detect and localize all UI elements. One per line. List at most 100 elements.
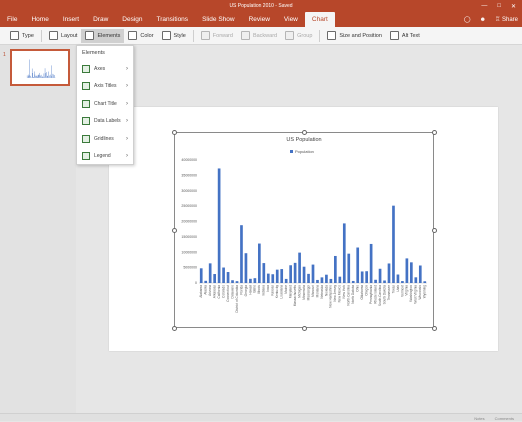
bar-maine[interactable] <box>285 279 288 283</box>
bar-new-mexico[interactable] <box>338 277 341 283</box>
elements-menu-item-axes[interactable]: Axes› <box>77 60 133 78</box>
resize-handle[interactable] <box>302 326 307 331</box>
comments-button[interactable]: Comments <box>495 416 514 421</box>
bar-south-dakota[interactable] <box>383 281 386 283</box>
person-icon[interactable]: ☻ <box>480 17 486 23</box>
bar-delaware[interactable] <box>231 280 234 283</box>
share-button[interactable]: ♖ Share <box>495 16 518 23</box>
maximize-icon[interactable]: □ <box>497 3 501 9</box>
bar-colorado[interactable] <box>222 268 225 283</box>
size-position-button[interactable]: Size and Position <box>323 29 386 43</box>
bar-new-hampshire[interactable] <box>330 279 333 283</box>
close-icon[interactable]: ✕ <box>511 3 516 10</box>
tab-insert[interactable]: Insert <box>56 12 86 27</box>
bar-illinois[interactable] <box>258 244 261 283</box>
bar-new-york[interactable] <box>343 223 346 283</box>
resize-handle[interactable] <box>172 130 177 135</box>
bar-mississippi[interactable] <box>307 274 310 283</box>
title-bar: US Population 2010 - Saved — □ ✕ <box>0 0 522 12</box>
elements-menu-item-axis-titles[interactable]: Axis Titles› <box>77 78 133 96</box>
bar-florida[interactable] <box>240 225 243 283</box>
forward-label: Forward <box>213 33 233 39</box>
type-button[interactable]: Type <box>6 29 38 43</box>
tab-review[interactable]: Review <box>242 12 277 27</box>
elements-menu-item-chart-title[interactable]: Chart Title› <box>77 95 133 113</box>
resize-handle[interactable] <box>432 228 437 233</box>
bar-arkansas[interactable] <box>213 274 216 283</box>
elements-button[interactable]: Elements <box>81 29 124 43</box>
group-button[interactable]: Group <box>281 29 316 43</box>
lightbulb-icon[interactable]: ◯ <box>464 16 471 23</box>
bar-washington[interactable] <box>410 262 413 283</box>
forward-button[interactable]: Forward <box>197 29 237 43</box>
bar-california[interactable] <box>218 168 221 283</box>
tab-design[interactable]: Design <box>115 12 149 27</box>
style-button[interactable]: Style <box>158 29 190 43</box>
bar-iowa[interactable] <box>267 274 270 283</box>
bar-louisiana[interactable] <box>280 269 283 283</box>
resize-handle[interactable] <box>432 130 437 135</box>
bar-kentucky[interactable] <box>276 270 279 283</box>
bar-west-virginia[interactable] <box>414 277 417 283</box>
tab-file[interactable]: File <box>0 12 24 27</box>
bar-utah[interactable] <box>397 275 400 283</box>
tab-transitions[interactable]: Transitions <box>150 12 196 27</box>
chart-title[interactable]: US Population <box>174 137 434 143</box>
layout-button[interactable]: Layout <box>45 29 82 43</box>
bar-alabama[interactable] <box>200 268 203 283</box>
bar-missouri[interactable] <box>312 265 315 283</box>
bar-nebraska[interactable] <box>321 277 324 283</box>
bar-michigan[interactable] <box>298 253 301 283</box>
tab-draw[interactable]: Draw <box>86 12 115 27</box>
bar-rhode-island[interactable] <box>374 280 377 283</box>
bar-oklahoma[interactable] <box>361 271 364 283</box>
x-tick-label: Georgia <box>244 285 248 297</box>
bar-arizona[interactable] <box>209 263 212 283</box>
bar-north-dakota[interactable] <box>352 281 355 283</box>
backward-button[interactable]: Backward <box>237 29 281 43</box>
bar-virginia[interactable] <box>406 258 409 283</box>
bar-maryland[interactable] <box>289 265 292 283</box>
slide-thumbnail[interactable] <box>10 49 70 86</box>
bar-tennessee[interactable] <box>388 263 391 283</box>
bar-district-of-columbia[interactable] <box>236 281 239 283</box>
resize-handle[interactable] <box>302 130 307 135</box>
bar-north-carolina[interactable] <box>347 254 350 283</box>
color-button[interactable]: Color <box>124 29 157 43</box>
elements-menu-item-gridlines[interactable]: Gridlines› <box>77 130 133 148</box>
bar-south-carolina[interactable] <box>379 269 382 283</box>
bar-indiana[interactable] <box>262 263 265 283</box>
bar-wyoming[interactable] <box>423 281 426 283</box>
chart-plot-area[interactable]: 4000000035000000300000002500000020000000… <box>174 156 434 326</box>
bar-nevada[interactable] <box>325 275 328 283</box>
bar-idaho[interactable] <box>254 278 257 283</box>
resize-handle[interactable] <box>172 228 177 233</box>
bar-minnesota[interactable] <box>303 267 306 283</box>
tab-chart[interactable]: Chart <box>305 12 335 27</box>
bar-massachusetts[interactable] <box>294 263 297 283</box>
bar-oregon[interactable] <box>365 271 368 283</box>
chart-legend[interactable]: Population <box>290 149 314 154</box>
bar-texas[interactable] <box>392 206 395 283</box>
tab-slide-show[interactable]: Slide Show <box>195 12 242 27</box>
tab-home[interactable]: Home <box>24 12 55 27</box>
bar-montana[interactable] <box>316 280 319 283</box>
bar-kansas[interactable] <box>271 274 274 283</box>
resize-handle[interactable] <box>172 326 177 331</box>
minimize-icon[interactable]: — <box>481 3 487 9</box>
notes-button[interactable]: Notes <box>474 416 484 421</box>
bar-georgia[interactable] <box>245 253 248 283</box>
resize-handle[interactable] <box>432 326 437 331</box>
bar-hawaii[interactable] <box>249 279 252 283</box>
bar-connecticut[interactable] <box>227 272 230 283</box>
bar-vermont[interactable] <box>401 281 404 283</box>
elements-menu-item-legend[interactable]: Legend› <box>77 148 133 166</box>
tab-view[interactable]: View <box>277 12 305 27</box>
bar-new-jersey[interactable] <box>334 256 337 283</box>
bar-pennsylvania[interactable] <box>370 244 373 283</box>
bar-wisconsin[interactable] <box>419 266 422 283</box>
bar-ohio[interactable] <box>356 248 359 283</box>
alt-text-button[interactable]: Alt Text <box>386 29 424 43</box>
bar-alaska[interactable] <box>204 281 207 283</box>
elements-menu-item-data-labels[interactable]: Data Labels› <box>77 113 133 131</box>
